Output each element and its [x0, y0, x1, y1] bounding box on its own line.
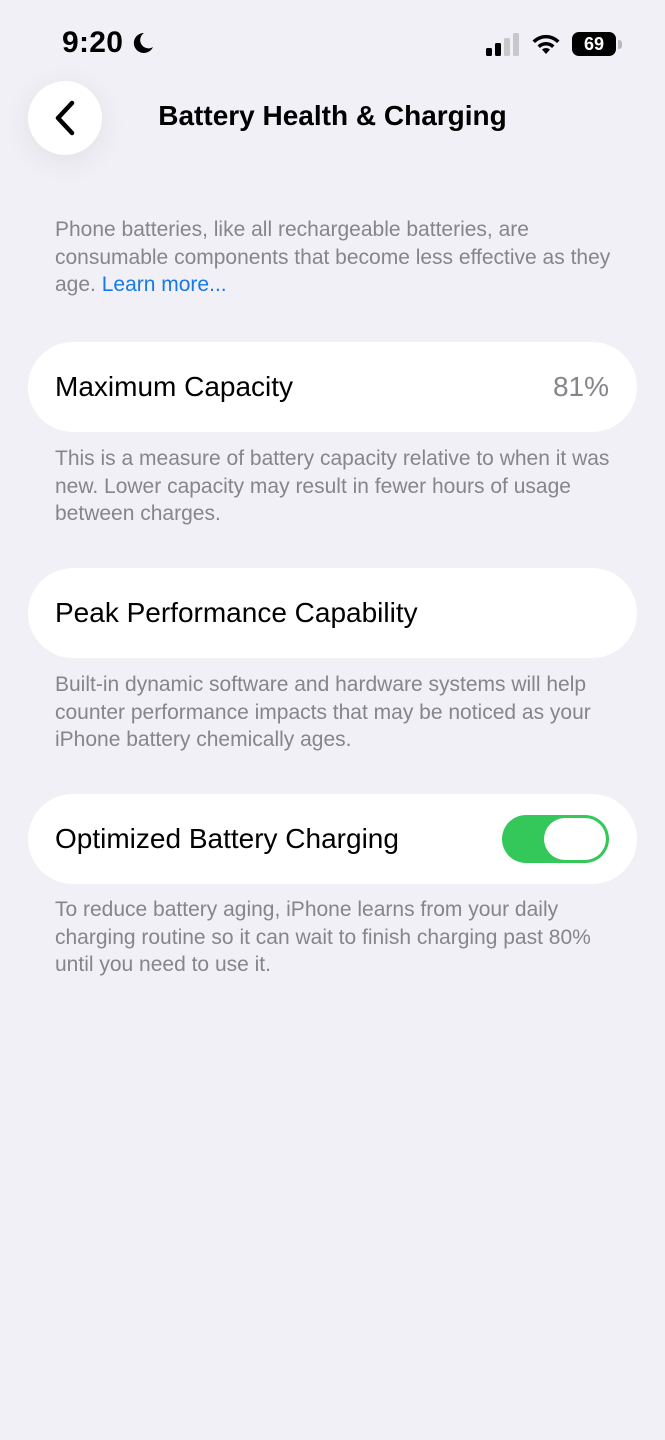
peak-performance-row: Peak Performance Capability: [28, 568, 637, 658]
signal-icon: [486, 33, 519, 56]
battery-icon: 69: [572, 32, 622, 56]
moon-icon: [134, 32, 154, 53]
peak-performance-description: Built-in dynamic software and hardware s…: [55, 673, 591, 751]
maximum-capacity-label: Maximum Capacity: [55, 371, 294, 402]
wifi-icon: [532, 34, 560, 54]
maximum-capacity-row: Maximum Capacity 81%: [28, 342, 637, 432]
battery-tip: [618, 40, 622, 49]
optimized-charging-label: Optimized Battery Charging: [55, 823, 399, 854]
optimized-charging-description: To reduce battery aging, iPhone learns f…: [55, 898, 591, 976]
intro-text: Phone batteries, like all rechargeable b…: [55, 216, 615, 299]
status-bar: 9:20 69: [0, 0, 665, 90]
battery-health-screen: 9:20 69 Battery Health & Charging Phone …: [0, 0, 665, 1440]
status-time: 9:20: [62, 26, 155, 60]
optimized-charging-row: Optimized Battery Charging: [28, 794, 637, 884]
toggle-knob: [544, 818, 606, 860]
time-text: 9:20: [62, 26, 124, 59]
learn-more-link[interactable]: Learn more...: [102, 273, 227, 296]
peak-performance-label: Peak Performance Capability: [55, 597, 418, 628]
page-title: Battery Health & Charging: [158, 100, 507, 131]
maximum-capacity-description: This is a measure of battery capacity re…: [55, 447, 610, 525]
optimized-charging-toggle[interactable]: [502, 815, 609, 863]
maximum-capacity-value: 81%: [552, 371, 609, 402]
battery-level: 69: [572, 32, 616, 56]
